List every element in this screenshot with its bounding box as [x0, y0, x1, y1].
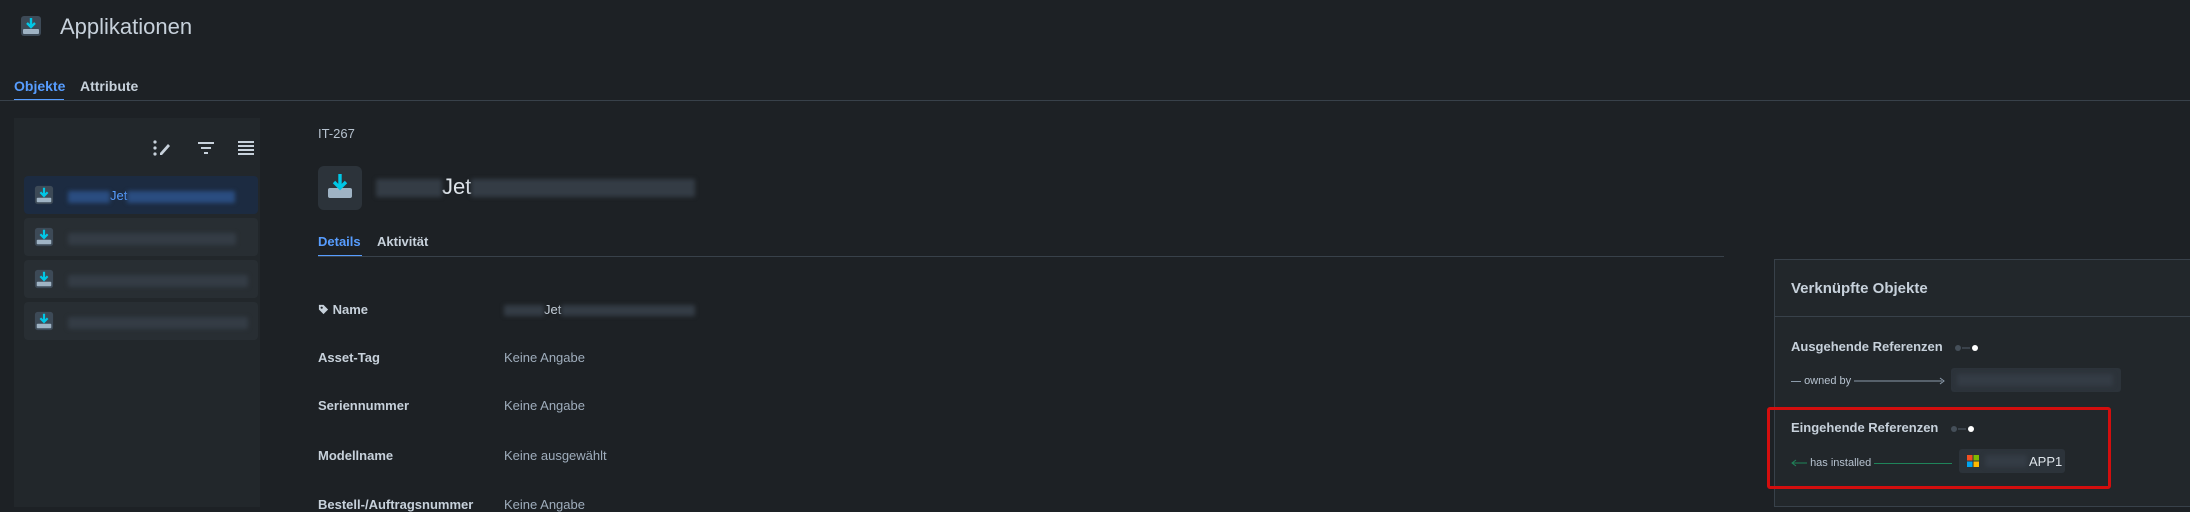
field-label-name: Name: [318, 302, 368, 317]
list-item-label: [68, 314, 248, 329]
toggle-icon[interactable]: [1954, 343, 1980, 353]
application-icon: [34, 227, 54, 247]
top-tabs: Objekte Attribute: [14, 78, 214, 98]
field-label-seriennummer: Seriennummer: [318, 398, 410, 413]
linked-objects-title: Verknüpfte Objekte: [1791, 280, 1928, 297]
highlight-box: [1767, 407, 2111, 489]
application-icon: [34, 311, 54, 331]
application-icon: [34, 269, 54, 289]
outgoing-references-label: Ausgehende Referenzen: [1791, 339, 1980, 354]
tab-aktivitaet[interactable]: Aktivität: [377, 234, 428, 249]
field-value-modellname: Keine ausgewählt: [504, 448, 607, 463]
field-label-modellname: Modellname: [318, 448, 394, 463]
outgoing-relation: owned by: [1791, 375, 1946, 387]
field-value-seriennummer: Keine Angabe: [504, 398, 585, 413]
tag-icon: [318, 304, 329, 315]
list-item-label: Jet: [68, 188, 236, 203]
field-label-bestellnummer: Bestell-/Auftragsnummer: [318, 497, 474, 512]
list-view-icon[interactable]: [236, 138, 256, 158]
list-item[interactable]: [24, 218, 258, 256]
object-list-panel: Jet: [14, 118, 260, 507]
filter-icon[interactable]: [196, 138, 216, 158]
details-divider: [318, 256, 1724, 257]
panel-divider: [1775, 316, 2190, 317]
top-divider: [0, 100, 2190, 101]
tab-objekte[interactable]: Objekte: [14, 78, 65, 94]
field-label-asset-tag: Asset-Tag: [318, 350, 380, 365]
list-item[interactable]: [24, 260, 258, 298]
object-key: IT-267: [318, 126, 355, 141]
page-title: Applikationen: [60, 14, 193, 39]
object-title: Jet: [376, 174, 696, 200]
field-value-name: Jet: [504, 302, 696, 317]
application-icon: [34, 185, 54, 205]
field-value-asset-tag: Keine Angabe: [504, 350, 585, 365]
application-icon: [21, 16, 41, 36]
arrow-right-icon: [1854, 377, 1946, 385]
field-value-bestellnummer: Keine Angabe: [504, 497, 585, 512]
edit-columns-icon[interactable]: [152, 138, 172, 158]
list-item-label: [68, 230, 236, 245]
list-item[interactable]: Jet: [24, 176, 258, 214]
tab-details[interactable]: Details: [318, 234, 361, 249]
object-icon: [318, 166, 362, 210]
list-item-label: [68, 272, 248, 287]
tab-attribute[interactable]: Attribute: [80, 78, 138, 94]
outgoing-target-chip[interactable]: [1951, 368, 2121, 392]
list-item[interactable]: [24, 302, 258, 340]
